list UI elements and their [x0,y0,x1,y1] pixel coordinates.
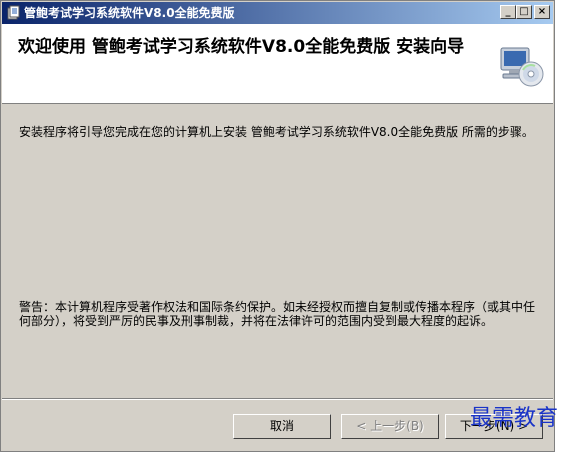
maximize-button[interactable]: □ [516,5,532,19]
copyright-warning: 警告：本计算机程序受著作权法和国际条约保护。如未经授权而擅自复制或传播本程序（或… [19,300,536,328]
title-bar[interactable]: 管鲍考试学习系统软件V8.0全能免费版 _ □ × [2,2,553,24]
window-title: 管鲍考试学习系统软件V8.0全能免费版 [24,6,235,20]
wizard-header: 欢迎使用 管鲍考试学习系统软件V8.0全能免费版 安装向导 [2,24,553,104]
intro-text: 安装程序将引导您完成在您的计算机上安装 管鲍考试学习系统软件V8.0全能免费版 … [19,125,534,139]
cancel-button[interactable]: 取消 [233,414,331,439]
back-button[interactable]: < 上一步(B) [341,414,439,439]
computer-cd-icon [500,47,544,87]
wizard-title: 欢迎使用 管鲍考试学习系统软件V8.0全能免费版 安装向导 [18,37,465,57]
installer-app-icon [7,5,20,20]
installer-window: 管鲍考试学习系统软件V8.0全能免费版 _ □ × 欢迎使用 管鲍考试学习系统软… [0,0,555,452]
close-button[interactable]: × [534,5,550,19]
button-separator [2,398,553,400]
watermark-text: 最需教育 [470,406,559,431]
minimize-button[interactable]: _ [500,5,516,19]
